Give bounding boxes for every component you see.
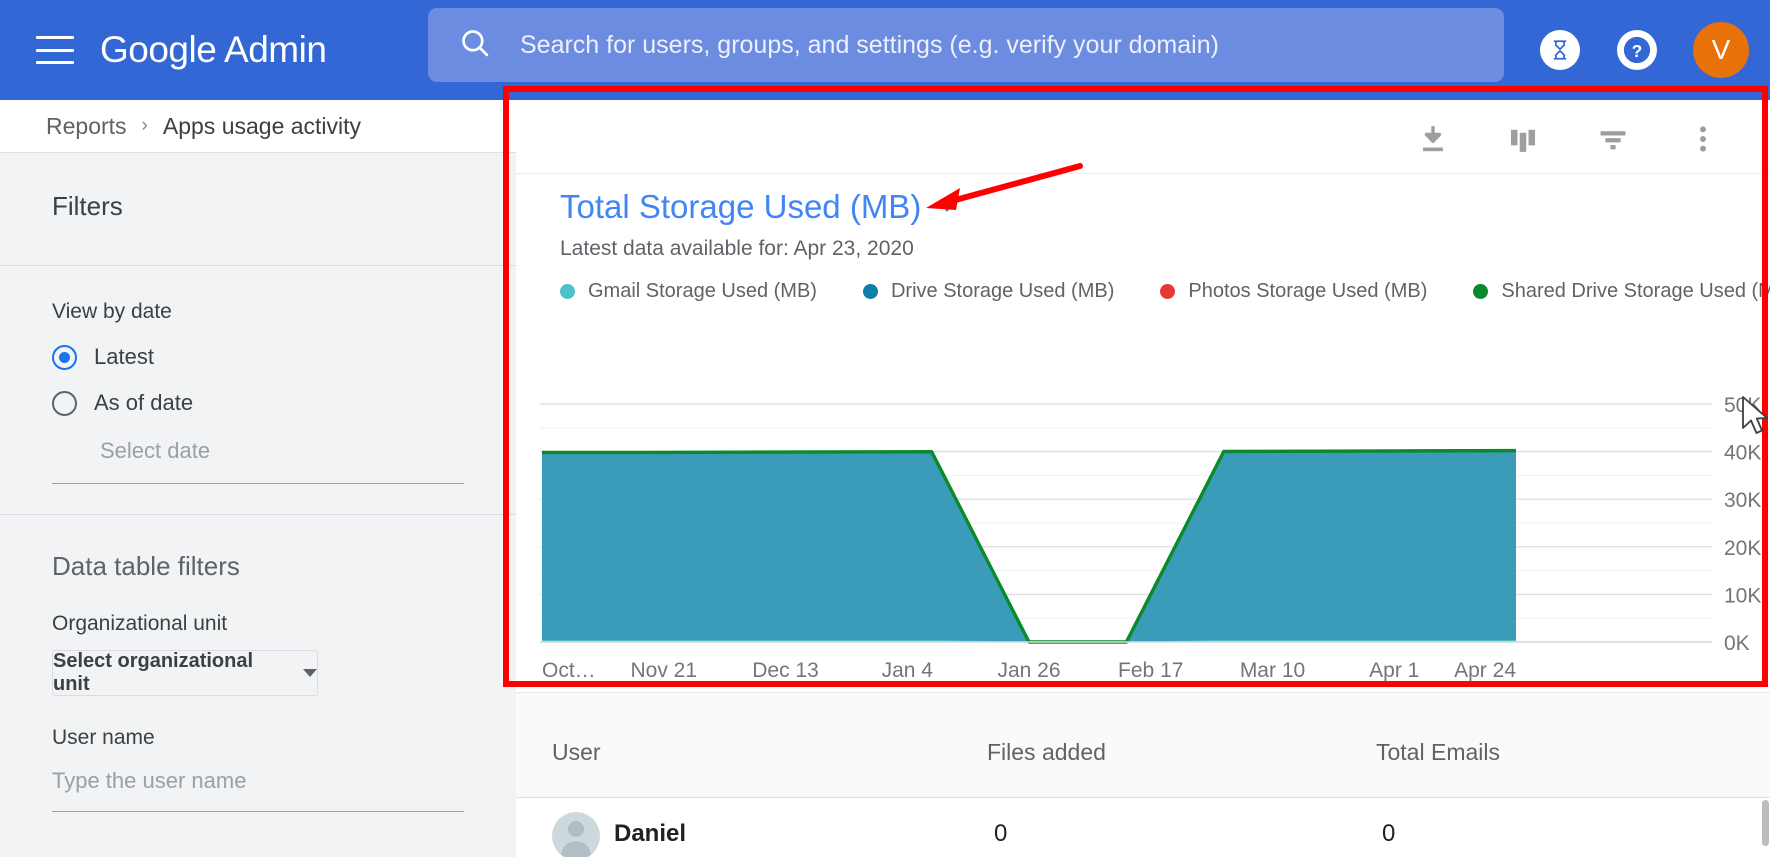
area-chart: 0K 10K 20K 30K 40K 50K Oct… Nov 21 Dec 13 Jan 4 Ja… <box>540 394 1761 682</box>
legend-dot-icon <box>560 284 575 299</box>
user-name-label: User name <box>52 726 155 749</box>
legend-label: Photos Storage Used (MB) <box>1188 280 1428 302</box>
data-table: User Files added Total Emails Daniel 0 0 <box>516 692 1770 857</box>
legend-label: Drive Storage Used (MB) <box>890 280 1115 302</box>
bar-chart-icon[interactable] <box>1494 110 1552 168</box>
legend-dot-icon <box>1473 284 1489 299</box>
chart-toolbar <box>516 104 1770 174</box>
svg-text:0K: 0K <box>1724 632 1750 655</box>
filters-heading: Filters <box>52 191 123 221</box>
radio-option-as-of-date[interactable]: As of date <box>52 390 516 416</box>
avatar[interactable]: V <box>1693 22 1749 78</box>
legend-item-shared-drive[interactable]: Shared Drive Storage Used (MB) <box>1473 280 1770 303</box>
radio-as-of-date-label: As of date <box>94 390 194 415</box>
svg-text:Oct…: Oct… <box>542 659 596 682</box>
svg-text:Dec 13: Dec 13 <box>752 659 819 682</box>
search-input[interactable]: Search for users, groups, and settings (… <box>428 8 1504 82</box>
chart-subtitle: Latest data available for: Apr 23, 2020 <box>560 237 914 260</box>
svg-text:Feb 17: Feb 17 <box>1118 659 1183 682</box>
search-icon <box>458 26 492 65</box>
app-brand-title: Google Admin <box>100 29 327 70</box>
svg-text:Apr 24: Apr 24 <box>1454 659 1516 682</box>
avatar <box>552 812 600 857</box>
svg-text:40K: 40K <box>1724 442 1761 465</box>
svg-text:10K: 10K <box>1724 584 1761 607</box>
table-header-row: User Files added Total Emails <box>516 692 1770 798</box>
cell-files-added: 0 <box>994 820 1008 847</box>
legend-item-drive[interactable]: Drive Storage Used (MB) <box>862 280 1115 303</box>
column-header-user[interactable]: User <box>552 739 601 766</box>
chevron-down-icon <box>303 669 317 677</box>
chart-title-row[interactable]: Total Storage Used (MB) <box>560 188 956 226</box>
hourglass-icon[interactable] <box>1540 30 1580 70</box>
svg-text:Mar 10: Mar 10 <box>1240 659 1305 682</box>
svg-text:Jan 4: Jan 4 <box>882 659 934 682</box>
legend-item-gmail[interactable]: Gmail Storage Used (MB) <box>560 280 817 303</box>
hamburger-menu-icon[interactable] <box>36 36 74 64</box>
view-by-date-label: View by date <box>52 300 172 323</box>
breadcrumb-parent[interactable]: Reports <box>46 113 127 140</box>
legend-label: Shared Drive Storage Used (MB) <box>1501 280 1770 302</box>
top-app-bar: Google Admin Search for users, groups, a… <box>0 0 1770 100</box>
legend-item-photos[interactable]: Photos Storage Used (MB) <box>1160 280 1427 303</box>
svg-text:50K: 50K <box>1724 394 1761 417</box>
data-table-filters-heading: Data table filters <box>52 551 240 581</box>
radio-as-of-date-icon[interactable] <box>52 390 77 416</box>
org-unit-label: Organizational unit <box>52 612 228 635</box>
table-row[interactable]: Daniel 0 0 <box>516 798 1770 857</box>
breadcrumb-current: Apps usage activity <box>162 112 362 139</box>
radio-latest-label: Latest <box>94 344 154 369</box>
cell-total-emails: 0 <box>1382 820 1396 847</box>
legend-dot-icon <box>862 284 878 299</box>
svg-text:?: ? <box>1632 41 1643 61</box>
legend-label: Gmail Storage Used (MB) <box>588 280 817 302</box>
download-icon[interactable] <box>1404 110 1462 168</box>
user-name-input[interactable]: Type the user name <box>52 768 464 812</box>
search-placeholder-text: Search for users, groups, and settings (… <box>520 30 1219 59</box>
svg-text:Nov 21: Nov 21 <box>630 659 697 682</box>
svg-text:Jan 26: Jan 26 <box>997 659 1060 682</box>
chart-legend: Gmail Storage Used (MB) Drive Storage Us… <box>560 280 1770 303</box>
chart-plot-area: 0K 10K 20K 30K 40K 50K Oct… Nov 21 Dec 13 Jan 4 Ja… <box>516 322 1770 692</box>
filter-icon[interactable] <box>1584 110 1642 168</box>
org-unit-select-value: Select organizational unit <box>53 650 254 695</box>
more-vert-icon[interactable] <box>1674 110 1732 168</box>
app-root: Google Admin Search for users, groups, a… <box>0 0 1770 857</box>
table-scrollbar[interactable] <box>1762 800 1769 846</box>
chevron-down-icon[interactable] <box>939 202 956 212</box>
radio-latest-icon[interactable] <box>52 344 77 370</box>
svg-text:20K: 20K <box>1724 537 1761 560</box>
filters-panel: Filters View by date Latest As of date S… <box>0 153 516 857</box>
view-by-date-group: View by date Latest As of date <box>0 266 516 416</box>
select-date-input[interactable]: Select date <box>52 438 464 484</box>
org-unit-select[interactable]: Select organizational unit <box>52 650 318 696</box>
svg-text:Apr 1: Apr 1 <box>1369 659 1419 682</box>
help-question-icon[interactable]: ? <box>1617 30 1657 70</box>
cell-user: Daniel <box>614 820 687 847</box>
chart-title[interactable]: Total Storage Used (MB) <box>560 188 921 226</box>
column-header-total-emails[interactable]: Total Emails <box>1376 739 1500 766</box>
radio-option-latest[interactable]: Latest <box>52 344 516 370</box>
avatar-initial: V <box>1711 34 1731 65</box>
legend-dot-icon <box>1160 284 1176 299</box>
svg-text:30K: 30K <box>1724 489 1761 512</box>
chart-card: Total Storage Used (MB) Latest data avai… <box>516 104 1770 692</box>
column-header-files-added[interactable]: Files added <box>987 739 1106 766</box>
chevron-right-icon: › <box>141 115 148 136</box>
